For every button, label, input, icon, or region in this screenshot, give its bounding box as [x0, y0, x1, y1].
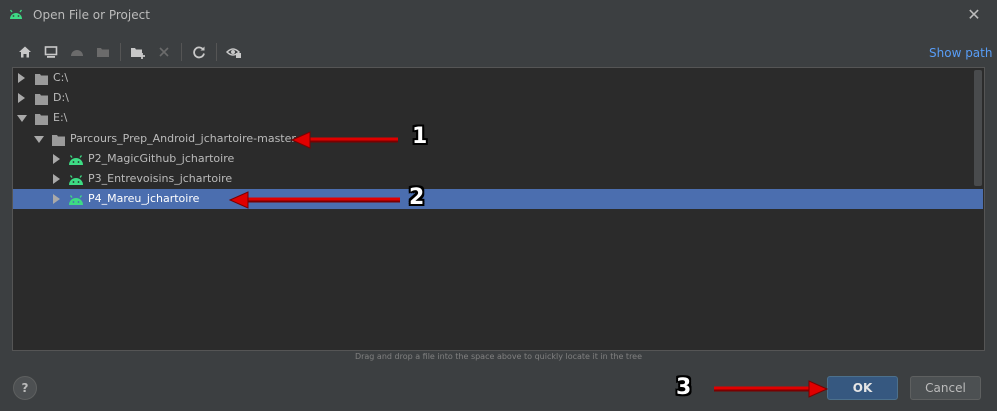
annotation-arrow-2 — [228, 191, 400, 209]
toolbar-separator — [181, 43, 182, 61]
tree-row-label: P4_Mareu_jchartoire — [88, 192, 200, 205]
expand-arrow-icon[interactable] — [53, 174, 60, 184]
title-bar: Open File or Project ✕ — [0, 0, 997, 32]
tree-row-label: P3_Entrevoisins_jchartoire — [88, 172, 233, 185]
tree-row-p2-project[interactable]: P2_MagicGithub_jchartoire — [13, 149, 973, 169]
annotation-arrow-1 — [290, 131, 398, 149]
refresh-icon[interactable] — [188, 42, 210, 62]
tree-row-p4-project[interactable]: P4_Mareu_jchartoire — [13, 189, 983, 209]
annotation-arrow-3 — [714, 380, 829, 398]
expand-arrow-icon[interactable] — [18, 93, 25, 103]
folder-icon — [51, 132, 67, 146]
android-icon — [8, 8, 24, 24]
window-title: Open File or Project — [33, 8, 150, 22]
module-folder-icon[interactable] — [92, 42, 114, 62]
drag-drop-hint: Drag and drop a file into the space abov… — [354, 352, 643, 361]
annotation-number-2: 2 — [409, 185, 425, 210]
home-icon[interactable] — [14, 42, 36, 62]
new-folder-icon[interactable] — [127, 42, 149, 62]
tree-row-label: C:\ — [53, 71, 69, 84]
expand-arrow-icon[interactable] — [18, 73, 25, 83]
tree-row-label: D:\ — [53, 91, 69, 104]
android-icon — [68, 152, 84, 166]
expand-arrow-icon[interactable] — [53, 194, 60, 204]
toolbar-separator — [216, 43, 217, 61]
ok-button[interactable]: OK — [827, 376, 898, 400]
show-path-link[interactable]: Show path — [929, 46, 992, 60]
collapse-arrow-icon[interactable] — [17, 115, 27, 122]
tree-row-d-drive[interactable]: D:\ — [13, 88, 973, 108]
file-tree[interactable]: C:\ D:\ E:\ Parcours_Prep_Android_jchart… — [12, 67, 985, 351]
drive-icon — [34, 71, 50, 85]
help-button[interactable]: ? — [13, 376, 37, 400]
desktop-icon[interactable] — [40, 42, 62, 62]
tree-row-e-drive[interactable]: E:\ — [13, 108, 973, 128]
annotation-number-3: 3 — [676, 375, 692, 400]
tree-row-label: E:\ — [53, 111, 68, 124]
collapse-arrow-icon[interactable] — [34, 136, 44, 143]
tree-row-label: Parcours_Prep_Android_jchartoire-master — [70, 132, 296, 145]
drive-icon — [34, 91, 50, 105]
close-icon[interactable]: ✕ — [965, 6, 983, 24]
toolbar-separator — [120, 43, 121, 61]
toolbar — [14, 42, 249, 62]
drive-icon — [34, 111, 50, 125]
delete-icon[interactable] — [153, 42, 175, 62]
tree-row-p3-project[interactable]: P3_Entrevoisins_jchartoire — [13, 169, 973, 189]
tree-row-c-drive[interactable]: C:\ — [13, 68, 973, 88]
tree-row-parcours-folder[interactable]: Parcours_Prep_Android_jchartoire-master — [13, 129, 973, 149]
show-hidden-files-icon[interactable] — [223, 42, 245, 62]
android-icon — [68, 172, 84, 186]
android-project-icon[interactable] — [66, 42, 88, 62]
android-icon — [68, 192, 84, 206]
annotation-number-1: 1 — [412, 124, 428, 149]
vertical-scrollbar[interactable] — [974, 70, 982, 186]
expand-arrow-icon[interactable] — [53, 154, 60, 164]
cancel-button[interactable]: Cancel — [910, 376, 981, 400]
tree-row-label: P2_MagicGithub_jchartoire — [88, 152, 235, 165]
